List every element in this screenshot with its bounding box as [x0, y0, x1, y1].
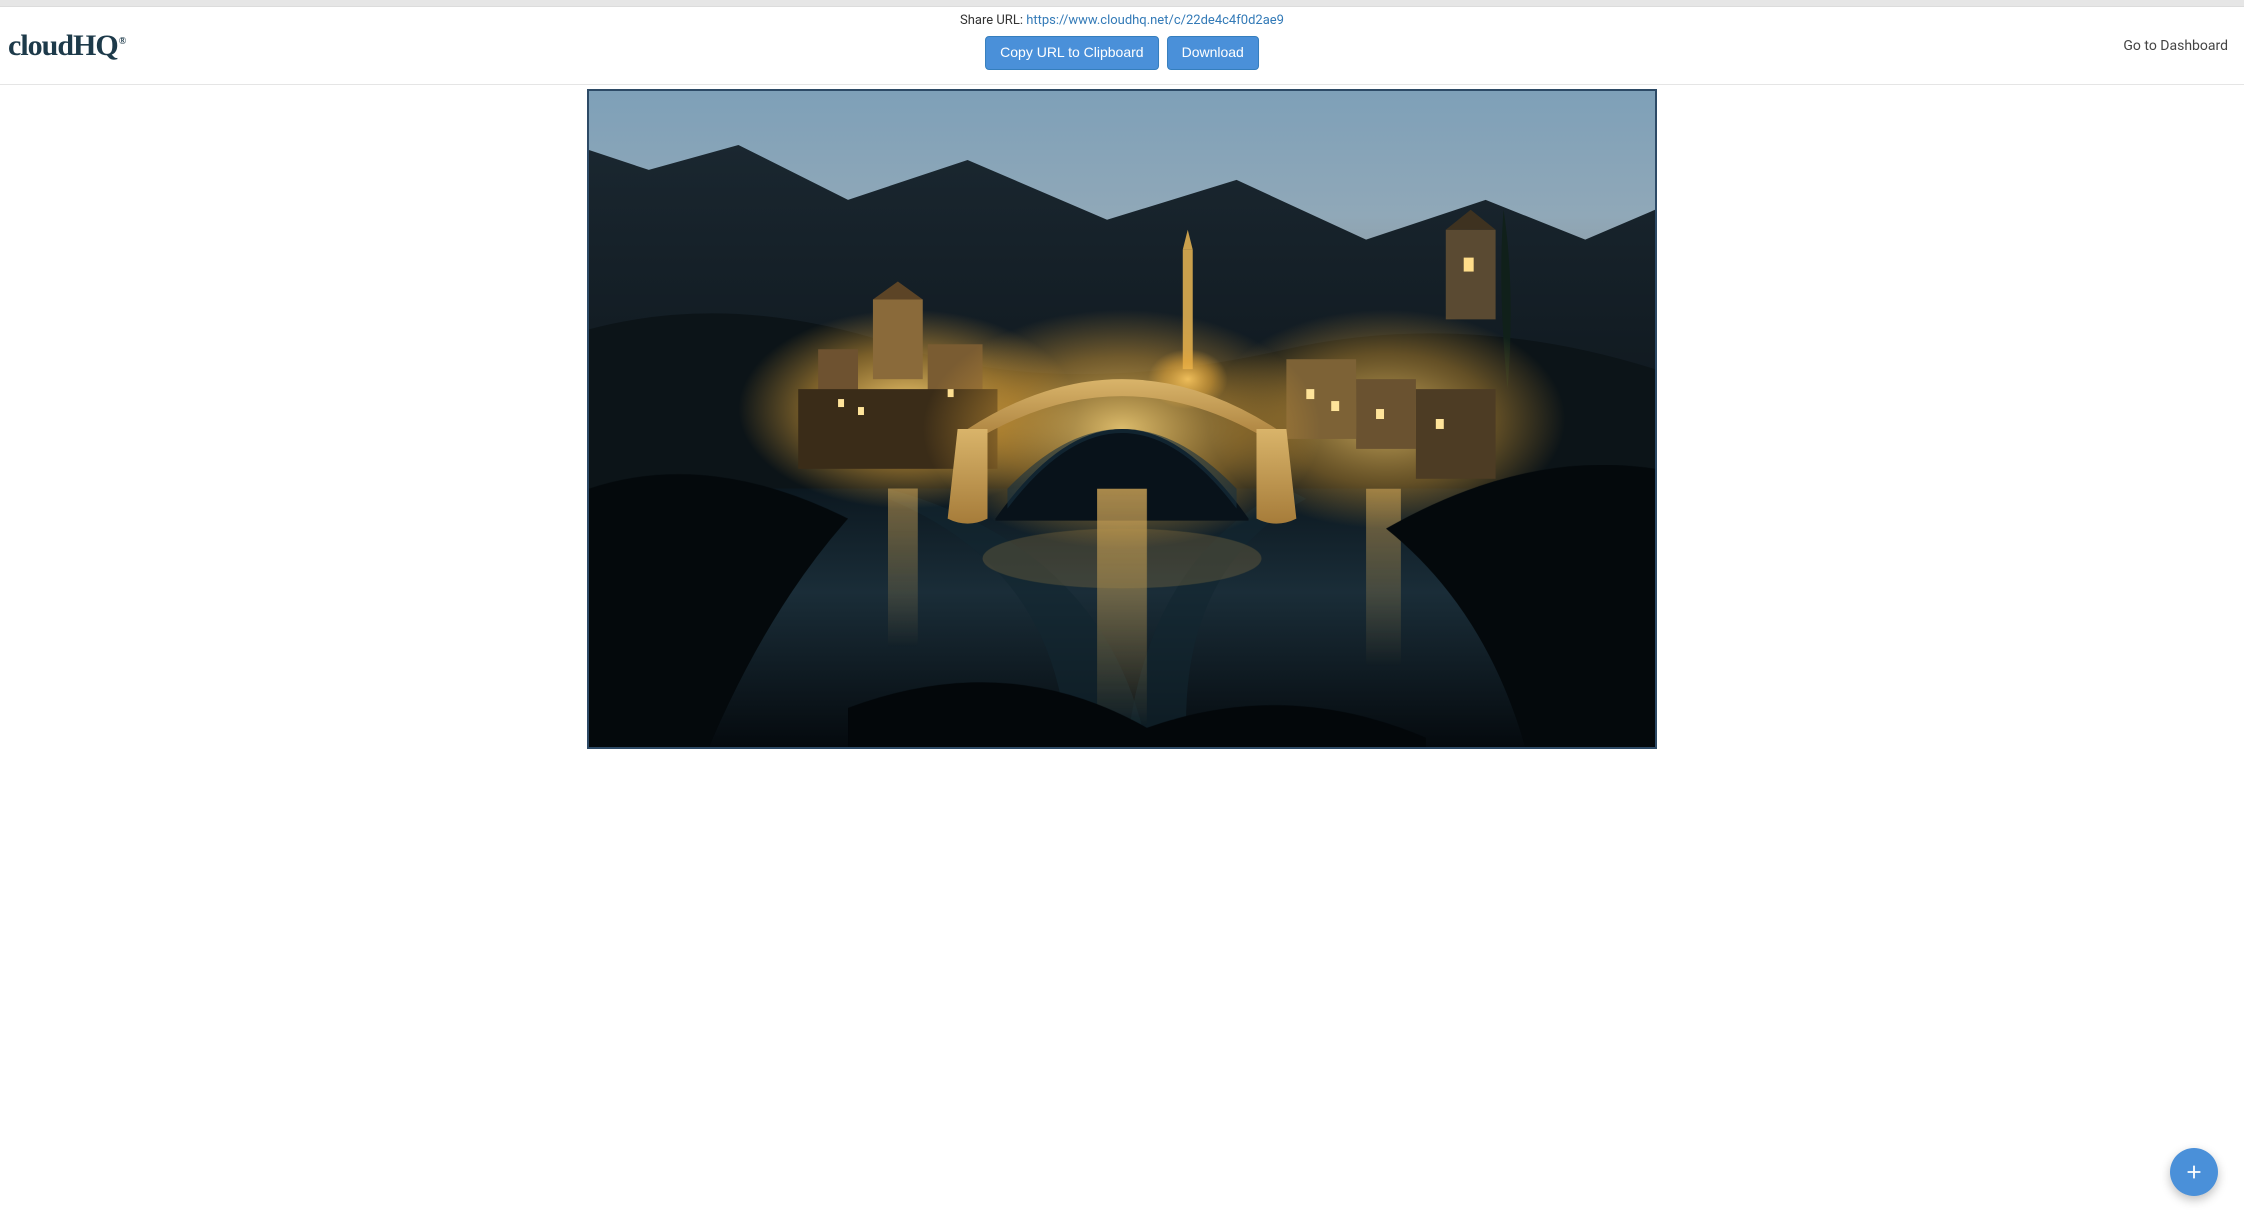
copy-url-button[interactable]: Copy URL to Clipboard [985, 36, 1158, 70]
header-bar: cloudHQ® Share URL: https://www.cloudhq.… [0, 7, 2244, 85]
content-area [0, 85, 2244, 789]
logo-registered: ® [119, 36, 126, 47]
share-url-line: Share URL: https://www.cloudhq.net/c/22d… [960, 13, 1284, 28]
go-to-dashboard-link[interactable]: Go to Dashboard [2123, 38, 2228, 54]
download-button[interactable]: Download [1167, 36, 1259, 70]
share-url-label: Share URL: [960, 13, 1026, 28]
logo[interactable]: cloudHQ® [8, 29, 126, 63]
share-controls: Share URL: https://www.cloudhq.net/c/22d… [960, 13, 1284, 70]
add-fab-button[interactable] [2170, 1148, 2218, 1196]
logo-text: cloudHQ [8, 29, 118, 62]
shared-image [587, 89, 1657, 749]
button-row: Copy URL to Clipboard Download [985, 36, 1259, 70]
plus-icon [2183, 1161, 2205, 1183]
window-top-strip [0, 0, 2244, 7]
share-url-link[interactable]: https://www.cloudhq.net/c/22de4c4f0d2ae9 [1026, 13, 1284, 28]
